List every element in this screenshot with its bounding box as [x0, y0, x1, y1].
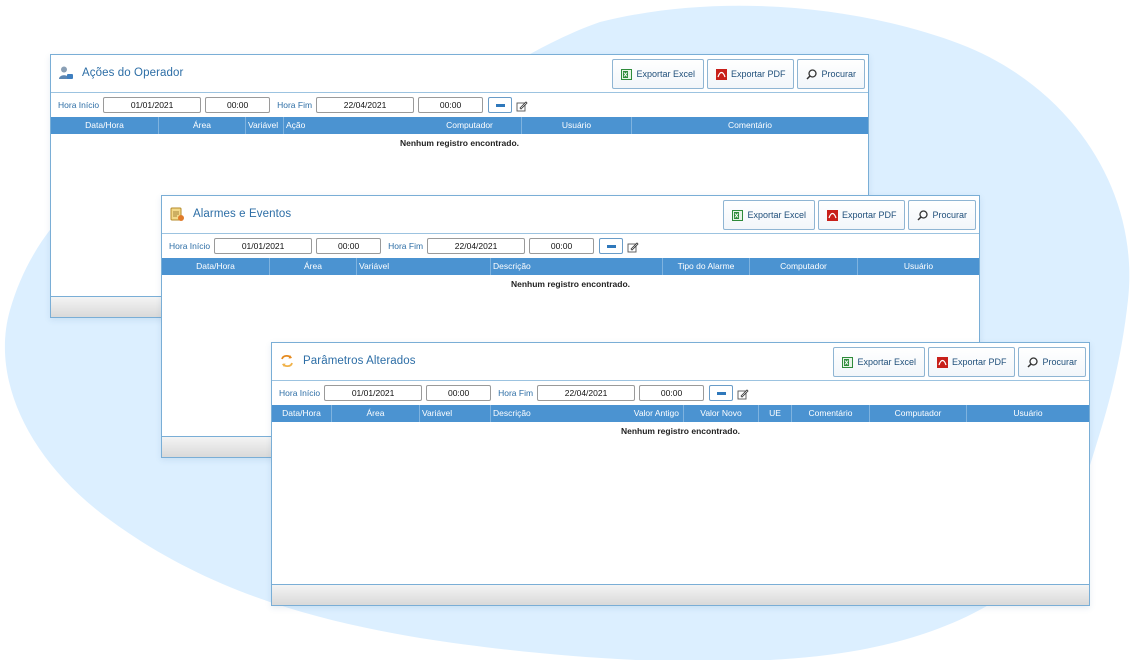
- end-time-input[interactable]: 00:00: [418, 97, 484, 113]
- panel-header: Alarmes e Eventos Exportar Excel Exporta…: [162, 196, 979, 234]
- column-header[interactable]: Computador: [870, 405, 967, 422]
- column-header[interactable]: Comentário: [632, 117, 868, 134]
- panel-title: Alarmes e Eventos: [193, 208, 292, 220]
- column-header[interactable]: Tipo do Alarme: [663, 258, 750, 275]
- column-header[interactable]: Valor Antigo: [609, 405, 684, 422]
- export-excel-button[interactable]: Exportar Excel: [612, 59, 704, 89]
- table-header: Data/Hora Área Variável Descrição Valor …: [272, 405, 1089, 422]
- column-header[interactable]: Computador: [336, 117, 522, 134]
- column-header[interactable]: Área: [159, 117, 246, 134]
- operator-icon: [58, 65, 74, 81]
- panel-title: Ações do Operador: [82, 67, 184, 79]
- search-icon: [806, 68, 818, 80]
- search-button[interactable]: Procurar: [908, 200, 976, 230]
- edit-pencil-icon[interactable]: [737, 387, 749, 400]
- export-excel-button[interactable]: Exportar Excel: [833, 347, 925, 377]
- start-label: Hora Início: [169, 241, 211, 251]
- collapse-button[interactable]: [488, 97, 513, 113]
- minus-icon: [606, 244, 616, 248]
- export-excel-label: Exportar Excel: [636, 69, 695, 79]
- column-header[interactable]: Área: [332, 405, 420, 422]
- table-header: Data/Hora Área Variável Ação Computador …: [51, 117, 868, 134]
- filter-row: Hora Início 01/01/2021 00:00 Hora Fim 22…: [272, 381, 1089, 405]
- edit-pencil-icon[interactable]: [627, 240, 639, 253]
- panel-title: Parâmetros Alterados: [303, 355, 416, 367]
- column-header[interactable]: Usuário: [967, 405, 1089, 422]
- search-label: Procurar: [1042, 357, 1077, 367]
- table-header: Data/Hora Área Variável Descrição Tipo d…: [162, 258, 979, 275]
- panel-header: Ações do Operador Exportar Excel Exporta…: [51, 55, 868, 93]
- column-header[interactable]: Variável: [246, 117, 284, 134]
- panel-footer: [272, 584, 1089, 605]
- pdf-icon: [936, 356, 948, 368]
- excel-icon: [732, 209, 744, 221]
- column-header[interactable]: Data/Hora: [272, 405, 332, 422]
- pdf-icon: [715, 68, 727, 80]
- column-header[interactable]: Data/Hora: [51, 117, 159, 134]
- start-date-input[interactable]: 01/01/2021: [103, 97, 202, 113]
- end-date-input[interactable]: 22/04/2021: [427, 238, 526, 254]
- search-button[interactable]: Procurar: [1018, 347, 1086, 377]
- start-label: Hora Início: [279, 388, 321, 398]
- export-pdf-label: Exportar PDF: [841, 210, 897, 220]
- edit-pencil-icon[interactable]: [516, 99, 528, 112]
- export-excel-button[interactable]: Exportar Excel: [723, 200, 815, 230]
- search-button[interactable]: Procurar: [797, 59, 865, 89]
- column-header[interactable]: Descrição: [491, 258, 663, 275]
- column-header[interactable]: Usuário: [522, 117, 632, 134]
- column-header[interactable]: Variável: [357, 258, 491, 275]
- export-pdf-label: Exportar PDF: [951, 357, 1007, 367]
- search-label: Procurar: [932, 210, 967, 220]
- export-excel-label: Exportar Excel: [747, 210, 806, 220]
- export-excel-label: Exportar Excel: [857, 357, 916, 367]
- filter-row: Hora Início 01/01/2021 00:00 Hora Fim 22…: [162, 234, 979, 258]
- exchange-arrows-icon: [279, 353, 295, 369]
- filter-row: Hora Início 01/01/2021 00:00 Hora Fim 22…: [51, 93, 868, 117]
- alarm-notepad-icon: [169, 206, 185, 222]
- empty-message: Nenhum registro encontrado.: [399, 138, 519, 148]
- column-header[interactable]: Usuário: [858, 258, 979, 275]
- collapse-button[interactable]: [709, 385, 734, 401]
- excel-icon: [621, 68, 633, 80]
- empty-message: Nenhum registro encontrado.: [510, 279, 630, 289]
- start-time-input[interactable]: 00:00: [205, 97, 271, 113]
- column-header[interactable]: Ação: [284, 117, 336, 134]
- column-header[interactable]: Computador: [750, 258, 858, 275]
- end-date-input[interactable]: 22/04/2021: [316, 97, 415, 113]
- minus-icon: [495, 103, 505, 107]
- export-pdf-button[interactable]: Exportar PDF: [927, 347, 1016, 377]
- start-date-input[interactable]: 01/01/2021: [214, 238, 313, 254]
- minus-icon: [716, 391, 726, 395]
- end-time-input[interactable]: 00:00: [529, 238, 595, 254]
- end-label: Hora Fim: [388, 241, 424, 251]
- column-header[interactable]: Variável: [420, 405, 491, 422]
- empty-message: Nenhum registro encontrado.: [620, 426, 740, 436]
- pdf-icon: [826, 209, 838, 221]
- column-header[interactable]: UE: [759, 405, 792, 422]
- end-label: Hora Fim: [277, 100, 313, 110]
- export-pdf-label: Exportar PDF: [730, 69, 786, 79]
- end-date-input[interactable]: 22/04/2021: [537, 385, 636, 401]
- search-icon: [917, 209, 929, 221]
- column-header[interactable]: Comentário: [792, 405, 870, 422]
- search-label: Procurar: [821, 69, 856, 79]
- end-time-input[interactable]: 00:00: [639, 385, 705, 401]
- start-date-input[interactable]: 01/01/2021: [324, 385, 423, 401]
- column-header[interactable]: Valor Novo: [684, 405, 759, 422]
- start-label: Hora Início: [58, 100, 100, 110]
- panel-header: Parâmetros Alterados Exportar Excel Expo…: [272, 343, 1089, 381]
- column-header[interactable]: Área: [270, 258, 357, 275]
- start-time-input[interactable]: 00:00: [426, 385, 492, 401]
- start-time-input[interactable]: 00:00: [316, 238, 382, 254]
- panel-changed-parameters: Parâmetros Alterados Exportar Excel Expo…: [271, 342, 1090, 606]
- export-pdf-button[interactable]: Exportar PDF: [706, 59, 795, 89]
- column-header[interactable]: Data/Hora: [162, 258, 270, 275]
- column-header[interactable]: Descrição: [491, 405, 609, 422]
- end-label: Hora Fim: [498, 388, 534, 398]
- search-icon: [1027, 356, 1039, 368]
- export-pdf-button[interactable]: Exportar PDF: [817, 200, 906, 230]
- collapse-button[interactable]: [599, 238, 624, 254]
- excel-icon: [842, 356, 854, 368]
